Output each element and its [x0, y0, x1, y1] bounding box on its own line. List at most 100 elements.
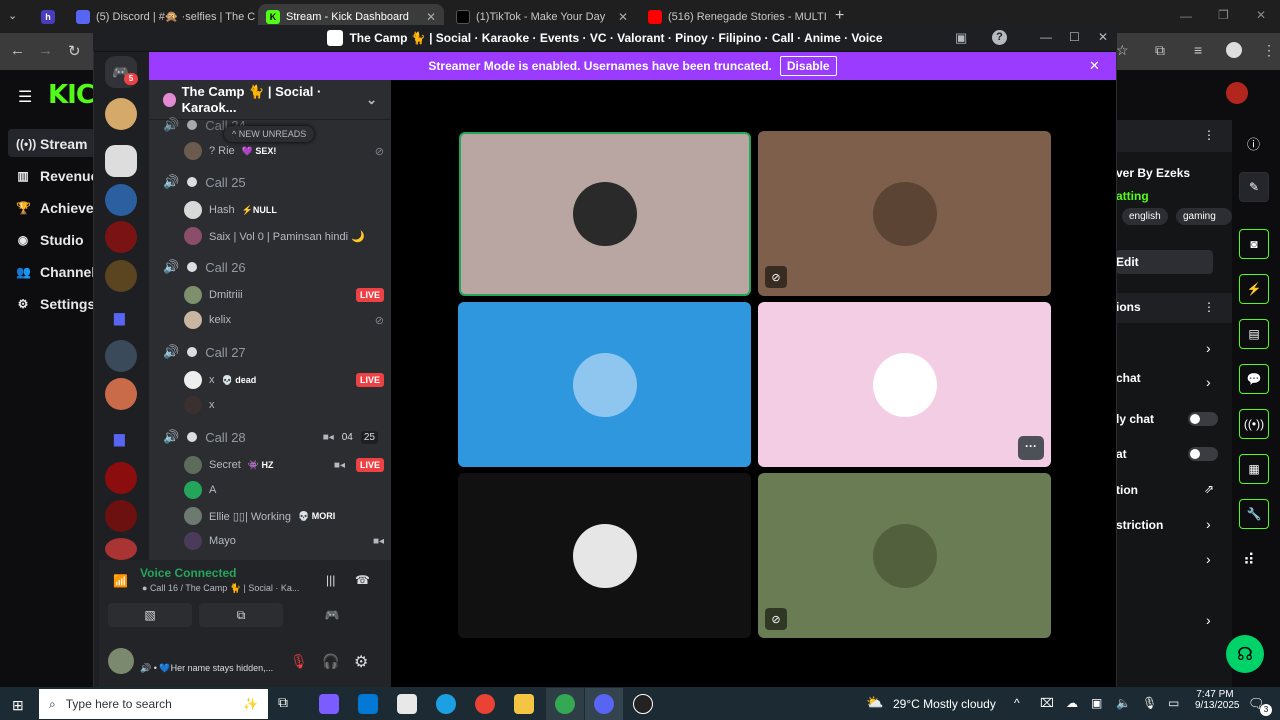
- participant-tile[interactable]: [459, 132, 751, 296]
- participant-tile[interactable]: [458, 473, 751, 638]
- extensions-icon[interactable]: ⧉: [1155, 42, 1165, 59]
- voice-channel[interactable]: 🔊 Call 28 ■◂ 04 25: [163, 429, 378, 445]
- disconnect-icon[interactable]: ☎: [355, 573, 370, 587]
- back-icon[interactable]: ←: [10, 42, 25, 59]
- cloud-icon[interactable]: ☁: [1066, 696, 1078, 710]
- windows-start-icon[interactable]: ⊞: [12, 697, 24, 714]
- server-folder[interactable]: [105, 98, 137, 130]
- nav-revenue[interactable]: ▥ Revenue: [16, 168, 98, 184]
- edit-button[interactable]: Edit: [1116, 250, 1213, 274]
- obs-icon[interactable]: [633, 694, 653, 714]
- voice-channel[interactable]: 🔊 Call 25: [163, 174, 246, 190]
- folder-icon[interactable]: ▆: [114, 430, 125, 447]
- participant-tile[interactable]: [758, 473, 1051, 638]
- task-view-icon[interactable]: ⧉: [278, 694, 298, 714]
- server-icon[interactable]: [105, 538, 137, 560]
- outlook-icon[interactable]: [358, 694, 378, 714]
- participant-tile[interactable]: [758, 131, 1051, 296]
- server-icon[interactable]: [105, 184, 137, 216]
- nav-stream[interactable]: ((•)) Stream: [16, 136, 87, 152]
- voice-user[interactable]: ? Rie 💜 SEX! ⊘: [184, 142, 384, 160]
- kick-avatar[interactable]: [1226, 82, 1248, 104]
- voice-user[interactable]: Secret 👾 HZ ■◂ LIVE: [184, 456, 384, 474]
- bookmark-star-icon[interactable]: ☆: [1116, 42, 1129, 59]
- chrome-icon[interactable]: [555, 694, 575, 714]
- pencil-icon[interactable]: ✎: [1239, 172, 1269, 202]
- edge-icon[interactable]: [436, 694, 456, 714]
- chevron-right-icon[interactable]: ›: [1206, 516, 1211, 532]
- chevron-right-icon[interactable]: ›: [1206, 340, 1211, 356]
- mic-muted-icon[interactable]: 🎙: [290, 653, 308, 670]
- voice-user[interactable]: Mayo ■◂: [184, 532, 384, 550]
- chevron-right-icon[interactable]: ›: [1206, 374, 1211, 390]
- nav-studio[interactable]: ◉ Studio: [16, 232, 84, 248]
- toggle-switch[interactable]: [1188, 412, 1218, 426]
- server-icon[interactable]: [105, 145, 137, 177]
- tab-pinned[interactable]: h: [36, 4, 60, 29]
- server-icon[interactable]: [105, 500, 137, 532]
- more-icon[interactable]: ⋮: [1203, 300, 1215, 314]
- voice-channel[interactable]: 🔊 Call 27: [163, 344, 246, 360]
- media-icon[interactable]: ≡: [1194, 42, 1202, 58]
- participant-tile[interactable]: [458, 302, 751, 467]
- tag-gaming[interactable]: gaming: [1176, 208, 1232, 225]
- nav-settings[interactable]: ⚙ Settings: [16, 296, 96, 312]
- voice-user[interactable]: Dmitriii LIVE: [184, 286, 384, 304]
- volume-icon[interactable]: 🔈: [1116, 696, 1131, 710]
- camera-off-button[interactable]: ▧: [108, 603, 192, 627]
- reload-icon[interactable]: ↻: [68, 42, 81, 60]
- voice-channel[interactable]: 🔊 Call 26: [163, 259, 246, 275]
- copilot-icon[interactable]: [319, 694, 339, 714]
- store-icon[interactable]: [397, 694, 417, 714]
- activity-button[interactable]: 🎮: [290, 603, 374, 627]
- layout-icon[interactable]: ▦: [1239, 454, 1269, 484]
- info-icon[interactable]: ⓘ: [1247, 134, 1260, 153]
- taskbar-search[interactable]: ⌕ Type here to search ✨: [39, 689, 268, 719]
- tray-icon[interactable]: ⌧: [1040, 696, 1054, 710]
- broadcast-icon[interactable]: ((•)): [1239, 409, 1269, 439]
- maximize-icon[interactable]: ☐: [1069, 30, 1080, 44]
- tag-english[interactable]: english: [1122, 208, 1168, 225]
- server-icon[interactable]: [105, 378, 137, 410]
- help-icon[interactable]: ?: [992, 30, 1007, 45]
- close-icon[interactable]: ✕: [426, 10, 436, 24]
- folder-icon[interactable]: ▆: [114, 309, 125, 326]
- tab-list-icon[interactable]: ⌄: [8, 9, 17, 22]
- minimize-icon[interactable]: —: [1180, 9, 1192, 23]
- forward-icon[interactable]: →: [38, 42, 53, 59]
- close-window-icon[interactable]: ✕: [1098, 30, 1108, 44]
- signal-icon[interactable]: 📶: [113, 574, 128, 588]
- nav-channel[interactable]: 👥 Channel: [16, 264, 95, 280]
- close-banner-icon[interactable]: ✕: [1089, 58, 1100, 74]
- gear-icon[interactable]: ⚙: [354, 652, 368, 672]
- more-icon[interactable]: ⋮: [1203, 128, 1215, 142]
- network-icon[interactable]: ▣: [1091, 696, 1102, 710]
- chrome-icon[interactable]: [475, 694, 495, 714]
- participant-tile[interactable]: [758, 302, 1051, 467]
- voice-user[interactable]: x: [184, 396, 384, 414]
- share-icon[interactable]: ⠾: [1243, 550, 1255, 570]
- voice-channel-name[interactable]: ● Call 16 / The Camp 🐈 | Social · Ka...: [142, 583, 299, 594]
- chevron-right-icon[interactable]: ›: [1206, 551, 1211, 567]
- new-tab-icon[interactable]: +: [835, 7, 844, 25]
- chevron-right-icon[interactable]: ›: [1206, 612, 1211, 628]
- chevron-up-icon[interactable]: ^: [1014, 696, 1020, 710]
- profile-avatar[interactable]: [1226, 42, 1242, 58]
- server-icon[interactable]: [105, 260, 137, 292]
- camera-icon[interactable]: ◙: [1239, 229, 1269, 259]
- server-icon[interactable]: [105, 221, 137, 253]
- voice-user[interactable]: Ellie ▯▯| Working 💀 MORI: [184, 507, 384, 525]
- server-header[interactable]: The Camp 🐈 | Social · Karaok... ⌄: [149, 80, 391, 120]
- wrench-icon[interactable]: 🔧: [1239, 499, 1269, 529]
- minimize-icon[interactable]: —: [1040, 30, 1052, 44]
- voice-user[interactable]: Hash ⚡NULL: [184, 201, 384, 219]
- close-icon[interactable]: ✕: [618, 10, 628, 24]
- support-chat-button[interactable]: ☊: [1226, 635, 1264, 673]
- more-options-icon[interactable]: ···: [1018, 436, 1044, 460]
- voice-user[interactable]: x 💀 dead LIVE: [184, 371, 384, 389]
- document-icon[interactable]: ▤: [1239, 319, 1269, 349]
- explorer-icon[interactable]: [514, 694, 534, 714]
- nav-achievements[interactable]: 🏆 Achieve: [16, 200, 94, 216]
- restore-icon[interactable]: ❐: [1218, 8, 1229, 22]
- noise-suppression-icon[interactable]: |||: [326, 573, 335, 587]
